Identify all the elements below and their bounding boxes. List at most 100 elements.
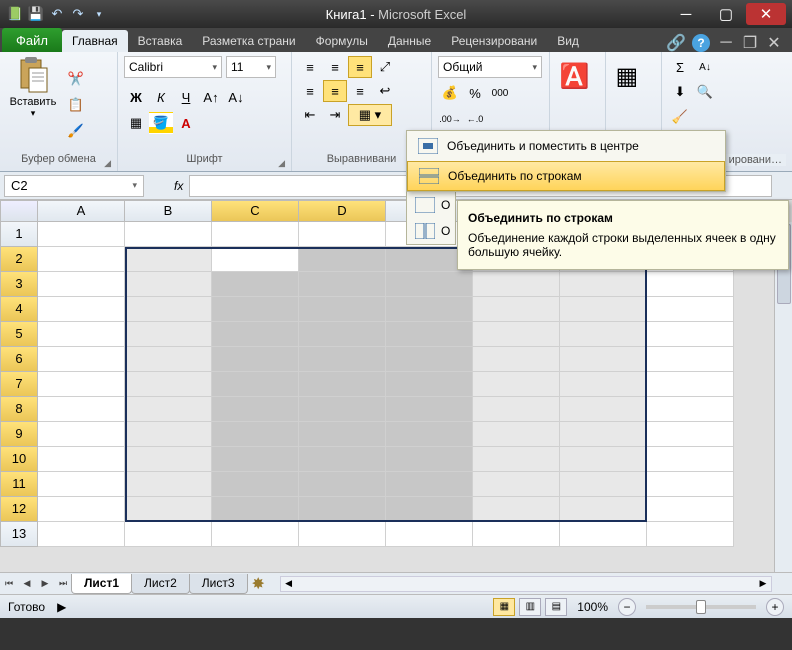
decrease-indent-button[interactable]: ⇤	[298, 104, 322, 126]
cell[interactable]	[386, 522, 473, 547]
cell[interactable]	[473, 522, 560, 547]
cell[interactable]	[560, 422, 647, 447]
cell[interactable]	[299, 422, 386, 447]
cell[interactable]	[473, 297, 560, 322]
align-middle-button[interactable]: ≡	[323, 56, 347, 78]
cell[interactable]	[473, 272, 560, 297]
cell[interactable]	[212, 347, 299, 372]
zoom-in-button[interactable]: +	[766, 598, 784, 616]
zoom-value[interactable]: 100%	[577, 600, 608, 614]
cell[interactable]	[386, 322, 473, 347]
cell[interactable]	[299, 447, 386, 472]
currency-button[interactable]: 💰	[438, 82, 462, 104]
zoom-slider[interactable]	[646, 605, 756, 609]
cell[interactable]	[125, 347, 212, 372]
cut-button[interactable]: ✂️	[64, 68, 88, 90]
cell[interactable]	[125, 322, 212, 347]
row-header[interactable]: 2	[0, 247, 38, 272]
cell[interactable]	[560, 347, 647, 372]
tab-data[interactable]: Данные	[378, 30, 441, 52]
cell[interactable]	[386, 447, 473, 472]
cell[interactable]	[212, 447, 299, 472]
autosum-button[interactable]: Σ	[668, 56, 692, 78]
cell[interactable]	[647, 422, 734, 447]
sort-button[interactable]: А↓	[693, 56, 717, 78]
cell[interactable]	[125, 272, 212, 297]
sheet-nav-first-icon[interactable]: ⏮	[0, 575, 18, 593]
window-close-icon[interactable]: ✕	[766, 35, 782, 51]
excel-icon[interactable]: 📗	[6, 5, 24, 23]
cell[interactable]	[38, 322, 125, 347]
cell[interactable]	[647, 497, 734, 522]
clear-button[interactable]: 🧹	[668, 106, 692, 128]
cell[interactable]	[125, 247, 212, 272]
close-button[interactable]: ✕	[746, 3, 786, 25]
cell[interactable]	[560, 472, 647, 497]
cell[interactable]	[386, 397, 473, 422]
font-family-combo[interactable]: Calibri▾	[124, 56, 222, 78]
new-sheet-icon[interactable]: ✸	[252, 574, 272, 594]
tab-page-layout[interactable]: Разметка страни	[192, 30, 305, 52]
row-header[interactable]: 8	[0, 397, 38, 422]
cell[interactable]	[212, 372, 299, 397]
window-restore-icon[interactable]: ❐	[742, 35, 758, 51]
sheet-nav-next-icon[interactable]: ▶	[36, 575, 54, 593]
cell[interactable]	[125, 222, 212, 247]
cell[interactable]	[212, 322, 299, 347]
cell[interactable]	[38, 297, 125, 322]
cell[interactable]	[560, 322, 647, 347]
cell[interactable]	[299, 497, 386, 522]
column-header[interactable]: B	[125, 200, 212, 222]
align-bottom-button[interactable]: ≡	[348, 56, 372, 78]
row-header[interactable]: 9	[0, 422, 38, 447]
cell[interactable]	[38, 447, 125, 472]
tab-home[interactable]: Главная	[62, 30, 128, 52]
undo-icon[interactable]: ↶	[48, 5, 66, 23]
cell[interactable]	[38, 422, 125, 447]
cell[interactable]	[38, 497, 125, 522]
merge-cells-menuitem[interactable]: О	[407, 192, 455, 218]
cell[interactable]	[299, 347, 386, 372]
cell[interactable]	[299, 372, 386, 397]
row-header[interactable]: 6	[0, 347, 38, 372]
cell[interactable]	[647, 472, 734, 497]
cell[interactable]	[212, 497, 299, 522]
tab-formulas[interactable]: Формулы	[306, 30, 378, 52]
underline-button[interactable]: Ч	[174, 86, 198, 108]
cell[interactable]	[560, 397, 647, 422]
row-header[interactable]: 1	[0, 222, 38, 247]
cell[interactable]	[560, 372, 647, 397]
fx-icon[interactable]: fx	[174, 179, 183, 193]
cell[interactable]	[212, 247, 299, 272]
cell[interactable]	[38, 522, 125, 547]
font-size-combo[interactable]: 11▾	[226, 56, 276, 78]
cell[interactable]	[212, 397, 299, 422]
cell[interactable]	[38, 372, 125, 397]
maximize-button[interactable]: ▢	[706, 3, 746, 25]
font-launcher-icon[interactable]: ◢	[278, 158, 285, 169]
cell[interactable]	[125, 497, 212, 522]
increase-decimal-button[interactable]: .00→	[438, 108, 462, 130]
sheet-nav-prev-icon[interactable]: ◀	[18, 575, 36, 593]
cell[interactable]	[299, 472, 386, 497]
unmerge-menuitem[interactable]: О	[407, 218, 455, 244]
cell[interactable]	[125, 372, 212, 397]
font-color-button[interactable]: A	[174, 112, 198, 134]
align-right-button[interactable]: ≡	[348, 80, 372, 102]
orientation-button[interactable]: ⤢	[373, 56, 397, 78]
decrease-decimal-button[interactable]: ←.0	[463, 108, 487, 130]
cell[interactable]	[212, 422, 299, 447]
align-left-button[interactable]: ≡	[298, 80, 322, 102]
cell[interactable]	[473, 447, 560, 472]
align-center-button[interactable]: ≡	[323, 80, 347, 102]
tab-view[interactable]: Вид	[547, 30, 589, 52]
cell[interactable]	[473, 497, 560, 522]
view-page-layout-button[interactable]: ▥	[519, 598, 541, 616]
minimize-ribbon-icon[interactable]: 🔗	[668, 35, 684, 51]
window-min-icon[interactable]: ─	[718, 35, 734, 51]
cell[interactable]	[386, 297, 473, 322]
merge-across-menuitem[interactable]: Объединить по строкам	[407, 161, 725, 191]
cell[interactable]	[560, 447, 647, 472]
cell[interactable]	[38, 222, 125, 247]
row-header[interactable]: 13	[0, 522, 38, 547]
